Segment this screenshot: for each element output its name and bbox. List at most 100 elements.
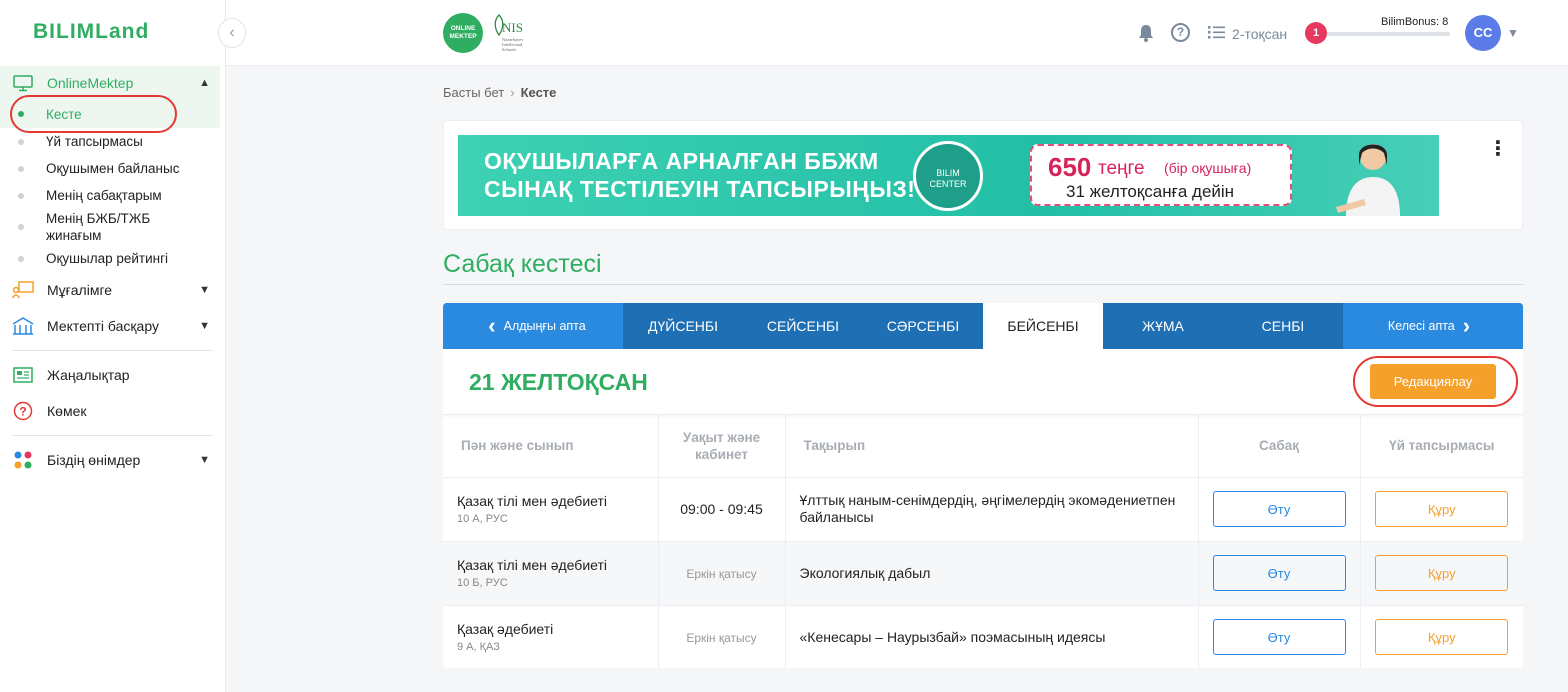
lesson-topic: Ұлттық наным-сенімдердің, әңгімелердің э… (799, 492, 1176, 525)
divider (12, 350, 213, 351)
sidebar-item-for-teacher[interactable]: Мұғалімге ▼ (0, 272, 220, 308)
bilimland-logo[interactable]: BILIMLand (33, 20, 149, 44)
price-unit: теңге (1098, 158, 1145, 179)
sidebar-item-label: Мектепті басқару (47, 318, 159, 334)
bullet-dot (18, 255, 24, 262)
bullet-dot (18, 192, 24, 199)
lesson-topic: «Кенесары – Наурызбай» поэмасының идеясы (799, 628, 1106, 645)
sidebar-item-label: Оқушымен байланыс (46, 161, 180, 176)
schedule-table: Пән және сынып Уақыт және кабинет Тақыры… (443, 415, 1523, 668)
subject-cell: Қазақ тілі мен әдебиеті 10 Б, РУС (443, 541, 659, 606)
lesson-cell: Өту (1198, 541, 1361, 606)
column-header-topic: Тақырып (785, 415, 1199, 478)
table-row: Қазақ әдебиеті 9 А, ҚАЗ Еркін қатысу «Ке… (443, 605, 1523, 668)
breadcrumb-home-link[interactable]: Басты бет (443, 85, 504, 100)
subject-name: Қазақ тілі мен әдебиеті (457, 493, 607, 509)
create-homework-button[interactable]: Құру (1375, 555, 1509, 591)
chevron-down-icon: ▼ (199, 284, 210, 296)
banner-headline: ОҚУШЫЛАРҒА АРНАЛҒАН ББЖМ СЫНАҚ ТЕСТІЛЕУІ… (484, 147, 915, 203)
chevron-down-icon: ▼ (199, 320, 210, 332)
sidebar-item-label: Көмек (47, 403, 87, 419)
banner-line-1: ОҚУШЫЛАРҒА АРНАЛҒАН ББЖМ (484, 148, 879, 174)
sidebar-subitem-my-lessons[interactable]: Менің сабақтарым (0, 182, 220, 209)
tab-tuesday[interactable]: СЕЙСЕНБІ (743, 303, 863, 349)
lesson-time: Еркін қатысу (686, 567, 757, 581)
bilimbonus-label: BilimBonus: 8 (1381, 16, 1449, 28)
create-homework-button[interactable]: Құру (1375, 619, 1509, 655)
tab-monday[interactable]: ДҮЙСЕНБІ (623, 303, 743, 349)
user-avatar[interactable]: CC (1465, 15, 1501, 51)
create-homework-button[interactable]: Құру (1375, 491, 1509, 527)
sidebar-item-label: Біздің өнімдер (47, 452, 141, 468)
bonus-level-badge: 1 (1305, 22, 1327, 44)
sidebar-item-school-management[interactable]: Мектепті басқару ▼ (0, 308, 220, 344)
bullet-dot (18, 138, 24, 145)
more-options-icon[interactable]: ⋮ (1488, 139, 1508, 159)
topic-cell: Экологиялық дабыл (785, 541, 1199, 606)
lesson-cell: Өту (1198, 605, 1361, 668)
promo-banner[interactable]: ОҚУШЫЛАРҒА АРНАЛҒАН ББЖМ СЫНАҚ ТЕСТІЛЕУІ… (458, 135, 1439, 216)
go-to-lesson-button[interactable]: Өту (1212, 555, 1346, 591)
sidebar-item-label: Менің сабақтарым (46, 188, 162, 203)
sidebar-subitem-my-assessments[interactable]: Менің БЖБ/ТЖБ жинағым (0, 209, 220, 245)
time-cell: 09:00 - 09:45 (658, 477, 786, 542)
tab-thursday[interactable]: БЕЙСЕНБІ (983, 303, 1103, 349)
teacher-board-icon (12, 280, 34, 300)
bilim-center-line-2: CENTER (929, 179, 967, 189)
sidebar-subitem-student-contact[interactable]: Оқушымен байланыс (0, 155, 220, 182)
divider (443, 284, 1523, 285)
bilimbonus-progress (1316, 32, 1450, 36)
topic-cell: «Кенесары – Наурызбай» поэмасының идеясы (785, 605, 1199, 668)
sidebar-item-label: Оқушылар рейтингі (46, 251, 168, 266)
question-circle-icon: ? (12, 401, 34, 421)
banner-card: ОҚУШЫЛАРҒА АРНАЛҒАН ББЖМ СЫНАҚ ТЕСТІЛЕУІ… (443, 120, 1523, 230)
chevron-right-icon: › (1462, 313, 1471, 338)
sidebar-item-our-products[interactable]: Біздің өнімдер ▼ (0, 442, 220, 478)
sidebar-collapse-button[interactable]: ‹ (218, 18, 246, 48)
sidebar-item-news[interactable]: Жаңалықтар (0, 357, 220, 393)
lesson-topic: Экологиялық дабыл (799, 564, 931, 581)
tab-friday[interactable]: ЖҰМА (1103, 303, 1223, 349)
bullet-dot (18, 224, 24, 230)
page-title: Сабақ кестесі (443, 250, 602, 278)
bilim-center-logo: BILIM CENTER (913, 141, 983, 211)
banner-person-illustration (1328, 137, 1418, 216)
sidebar-subitem-student-rating[interactable]: Оқушылар рейтингі (0, 245, 220, 272)
sidebar-item-help[interactable]: ? Көмек (0, 393, 220, 429)
chevron-down-icon[interactable]: ▼ (1507, 26, 1519, 40)
subject-class: 9 А, ҚАЗ (457, 641, 500, 653)
go-to-lesson-button[interactable]: Өту (1212, 491, 1346, 527)
sidebar-item-label: Менің БЖБ/ТЖБ жинағым (46, 211, 151, 243)
table-row: Қазақ тілі мен әдебиеті 10 Б, РУС Еркін … (443, 541, 1523, 606)
next-week-button[interactable]: Келесі апта › (1343, 303, 1523, 349)
homework-cell: Құру (1360, 605, 1523, 668)
bullet-dot (18, 165, 24, 172)
sidebar-item-label: Үй тапсырмасы (46, 134, 143, 149)
bell-icon[interactable] (1138, 24, 1154, 47)
tab-wednesday[interactable]: СӘРСЕНБІ (863, 303, 983, 349)
breadcrumb-current: Кесте (520, 85, 557, 100)
date-header: 21 ЖЕЛТОҚСАН Редакциялау (443, 349, 1523, 415)
go-to-lesson-button[interactable]: Өту (1212, 619, 1346, 655)
lesson-time: Еркін қатысу (686, 631, 757, 645)
quarter-label: 2-тоқсан (1232, 25, 1288, 42)
sidebar: BILIMLand OnlineMektep ▲ Кесте Үй тапсыр… (0, 0, 226, 692)
onlinemektep-logo[interactable]: ONLINE MEKTEP (443, 13, 483, 53)
day-tabs: ‹ Алдыңғы апта ДҮЙСЕНБІ СЕЙСЕНБІ СӘРСЕНБ… (443, 303, 1523, 349)
subject-cell: Қазақ әдебиеті 9 А, ҚАЗ (443, 605, 659, 668)
nis-logo: NIS Nazarbayev Intellectual Schools (492, 12, 532, 54)
subject-cell: Қазақ тілі мен әдебиеті 10 А, РУС (443, 477, 659, 542)
banner-line-2: СЫНАҚ ТЕСТІЛЕУІН ТАПСЫРЫҢЫЗ! (484, 176, 916, 202)
chevron-down-icon: ▼ (199, 454, 210, 466)
price-value: 650 (1048, 152, 1092, 182)
quarter-selector[interactable]: 2-тоқсан (1208, 25, 1287, 42)
previous-week-button[interactable]: ‹ Алдыңғы апта (443, 303, 623, 349)
nis-logo-text: NIS (502, 20, 523, 35)
bilim-center-line-1: BILIM (936, 168, 960, 178)
help-icon[interactable]: ? (1171, 23, 1190, 42)
table-header-row: Пән және сынып Уақыт және кабинет Тақыры… (443, 415, 1523, 478)
tab-saturday[interactable]: СЕНБІ (1223, 303, 1343, 349)
divider (12, 435, 213, 436)
list-icon (1208, 25, 1225, 42)
homework-cell: Құру (1360, 477, 1523, 542)
